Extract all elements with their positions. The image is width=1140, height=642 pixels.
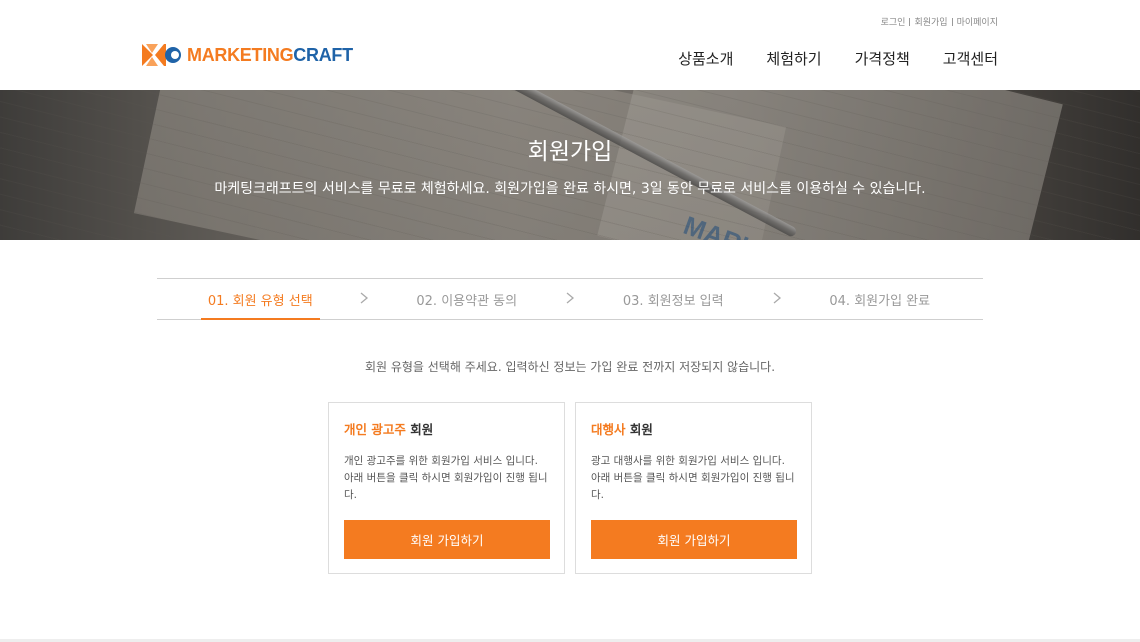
divider [951,17,953,26]
main-nav: 상품소개 체험하기 가격정책 고객센터 [678,48,998,69]
step-4: 04. 회원가입 완료 [777,279,984,319]
signup-individual-button[interactable]: 회원 가입하기 [344,520,550,559]
member-type-card-individual: 개인 광고주 회원 개인 광고주를 위한 회원가입 서비스 입니다. 아래 버튼… [328,402,565,574]
card-title: 대행사 회원 [591,422,653,437]
page-subtitle: 마케팅크래프트의 서비스를 무료로 체험하세요. 회원가입을 완료 하시면, 3… [214,181,926,197]
card-description: 광고 대행사를 위한 회원가입 서비스 입니다. 아래 버튼을 클릭 하시면 회… [591,455,795,501]
step-2: 02. 이용약관 동의 [364,279,575,319]
login-link[interactable]: 로그인 [881,15,906,28]
step-label: 03. 회원정보 입력 [622,293,724,309]
member-type-card-agency: 대행사 회원 광고 대행사를 위한 회원가입 서비스 입니다. 아래 버튼을 클… [575,402,812,574]
step-label: 04. 회원가입 완료 [829,293,931,309]
utility-links: 로그인 회원가입 마이페이지 [881,15,998,28]
site-logo[interactable]: MARKETINGCRAFT [142,44,353,66]
nav-item-trial[interactable]: 체험하기 [766,48,821,69]
step-label: 01. 회원 유형 선택 [207,293,313,309]
step-label: 02. 이용약관 동의 [416,293,518,309]
nav-item-pricing[interactable]: 가격정책 [855,48,910,69]
guide-text: 회원 유형을 선택해 주세요. 입력하신 정보는 가입 완료 전까지 저장되지 … [364,360,776,374]
divider [909,17,911,26]
card-title: 개인 광고주 회원 [344,422,434,437]
logo-wordmark: MARKETINGCRAFT [187,44,353,65]
nav-item-support[interactable]: 고객센터 [943,48,998,69]
signup-link[interactable]: 회원가입 [914,15,947,28]
step-1: 01. 회원 유형 선택 [157,279,368,320]
nav-item-products[interactable]: 상품소개 [678,48,733,69]
card-description: 개인 광고주를 위한 회원가입 서비스 입니다. 아래 버튼을 클릭 하시면 회… [344,455,548,501]
signup-steps: 01. 회원 유형 선택 02. 이용약관 동의 03. 회원정보 입력 04.… [157,278,983,320]
signup-agency-button[interactable]: 회원 가입하기 [591,520,797,559]
mypage-link[interactable]: 마이페이지 [957,15,998,28]
page-title: 회원가입 [527,139,613,165]
hero-banner: MARKETINGCRAFT 회원가입 마케팅크래프트의 서비스를 무료로 체험… [0,90,1140,240]
logo-icon [142,44,181,66]
site-header: 로그인 회원가입 마이페이지 MARKETINGCRAFT 상품소개 체험하기 … [0,0,1140,90]
step-3: 03. 회원정보 입력 [570,279,781,319]
